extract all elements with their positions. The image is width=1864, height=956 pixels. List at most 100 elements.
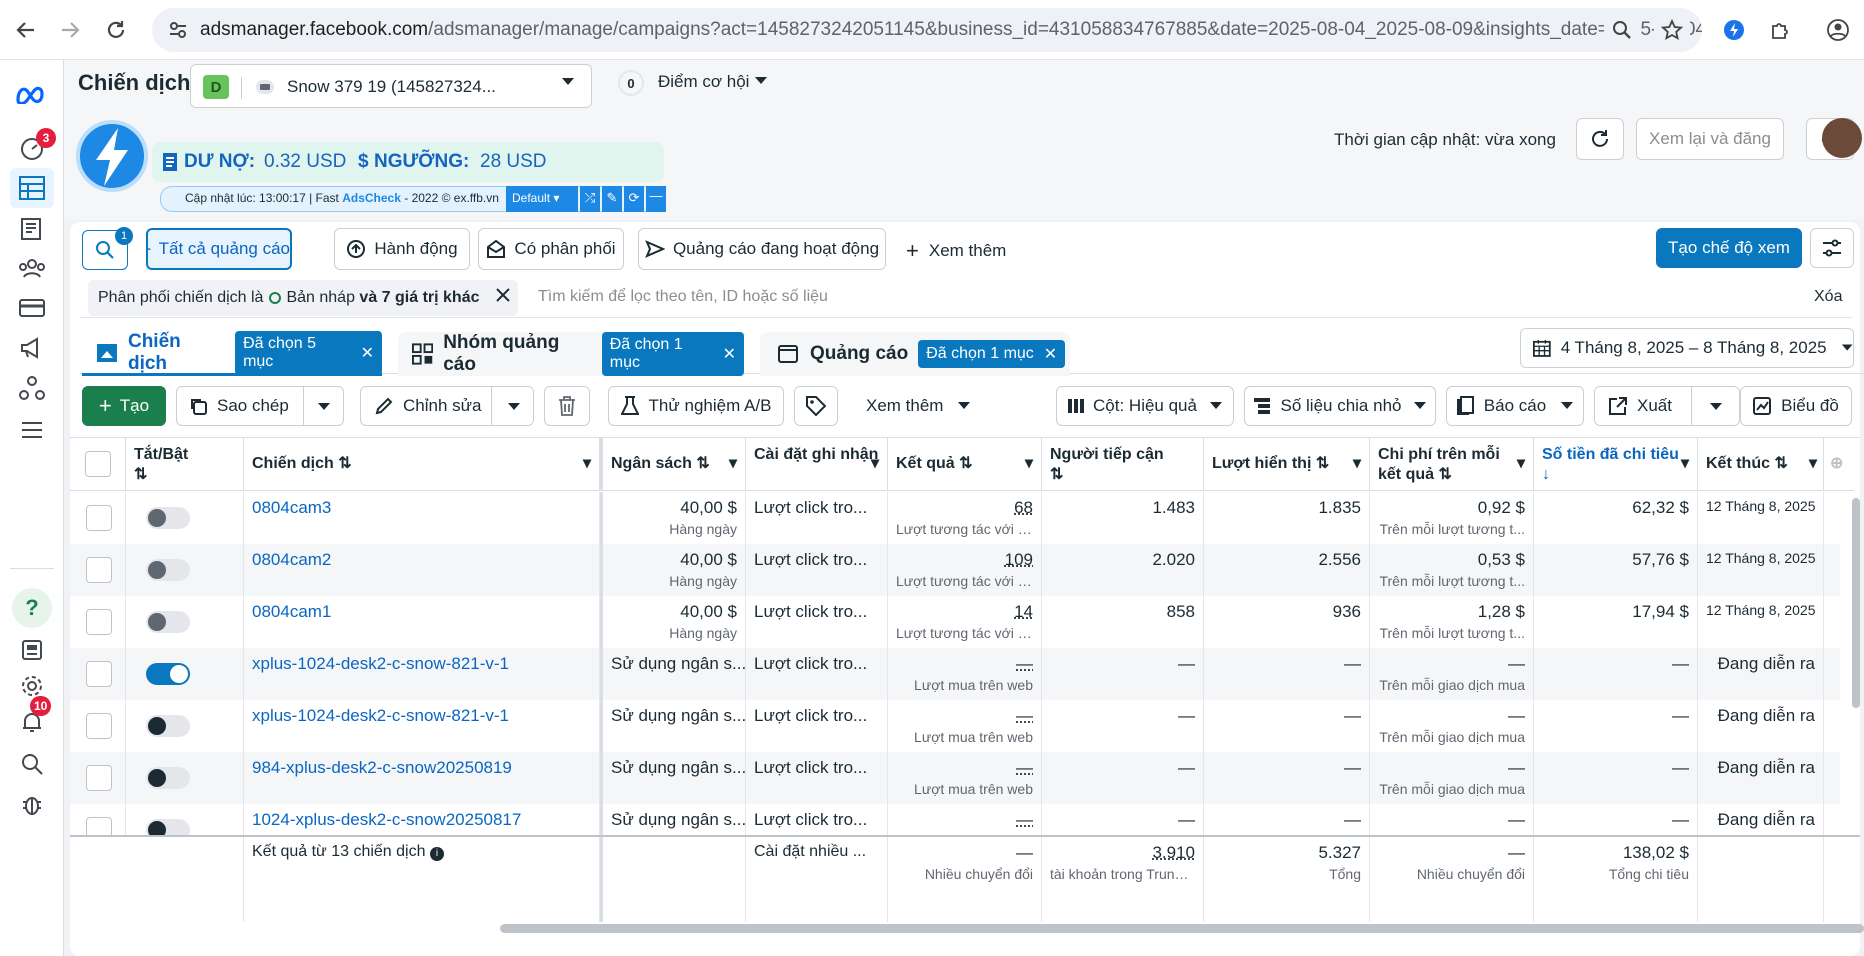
customize-view-icon[interactable] bbox=[1810, 228, 1854, 268]
info-icon[interactable]: i bbox=[429, 847, 444, 861]
avatar[interactable] bbox=[1822, 118, 1862, 158]
reports-button[interactable]: Báo cáo bbox=[1446, 386, 1584, 426]
extensions-puzzle-icon[interactable] bbox=[1762, 12, 1798, 48]
forward-arrow-icon[interactable] bbox=[52, 12, 88, 48]
opportunity-label[interactable]: Điểm cơ hội bbox=[658, 72, 749, 92]
row-checkbox[interactable] bbox=[86, 817, 112, 835]
edit-button[interactable]: Chỉnh sửa bbox=[360, 386, 534, 426]
minimize-icon[interactable]: — bbox=[646, 186, 666, 212]
refresh-button[interactable] bbox=[1576, 118, 1624, 160]
columns-button[interactable]: Cột: Hiệu quả bbox=[1056, 386, 1234, 426]
campaigns-table-icon[interactable] bbox=[10, 168, 54, 208]
date-range-picker[interactable]: 4 Tháng 8, 2025 – 8 Tháng 8, 2025 bbox=[1520, 328, 1854, 368]
chart-button[interactable]: Biểu đồ bbox=[1740, 386, 1852, 426]
breakdown-button[interactable]: Số liệu chia nhỏ bbox=[1244, 386, 1436, 426]
tag-icon[interactable] bbox=[794, 386, 838, 426]
toolbar-more-button[interactable]: Xem thêm bbox=[866, 396, 971, 416]
profile-dropdown[interactable]: Default ▾ bbox=[506, 186, 578, 212]
horizontal-scrollbar[interactable] bbox=[500, 924, 1864, 933]
megaphone-icon[interactable] bbox=[14, 330, 50, 366]
business-tools-icon[interactable] bbox=[14, 370, 50, 406]
close-icon[interactable]: ✕ bbox=[1044, 344, 1057, 364]
review-publish-button[interactable]: Xem lại và đăng bbox=[1636, 118, 1784, 160]
meta-logo-icon[interactable] bbox=[14, 76, 50, 112]
address-bar[interactable]: adsmanager.facebook.com/adsmanager/manag… bbox=[152, 8, 1702, 52]
delivery-toggle[interactable] bbox=[146, 507, 190, 529]
search-icon[interactable] bbox=[14, 746, 50, 782]
filter-chip[interactable]: Phân phối chiến dịch là Bản nháp và 7 gi… bbox=[88, 280, 518, 316]
tab-campaigns[interactable]: Chiến dịch Đã chọn 5 mục ✕ bbox=[82, 330, 382, 376]
extension-bolt-icon[interactable] bbox=[1716, 12, 1752, 48]
ab-test-button[interactable]: Thử nghiệm A/B bbox=[608, 386, 784, 426]
bug-report-icon[interactable] bbox=[14, 786, 50, 822]
table-row[interactable]: 0804cam3 40,00 $ Hàng ngày Lượt click tro..… bbox=[70, 492, 1840, 544]
edit-icon[interactable]: ✎ bbox=[602, 186, 622, 212]
table-row[interactable]: 1024-xplus-desk2-c-snow20250817 Sử dụng n… bbox=[70, 804, 1840, 835]
more-views-button[interactable]: + Xem thêm bbox=[906, 238, 1006, 264]
table-row[interactable]: 0804cam2 40,00 $ Hàng ngày Lượt click tro..… bbox=[70, 544, 1840, 596]
close-icon[interactable]: ✕ bbox=[723, 344, 736, 364]
bookmark-star-icon[interactable] bbox=[1654, 12, 1690, 48]
shuffle-icon[interactable]: ⤮ bbox=[580, 186, 600, 212]
selection-tag[interactable]: Đã chọn 1 mục ✕ bbox=[918, 340, 1066, 368]
tab-actions[interactable]: Hành động bbox=[334, 228, 470, 270]
page-icon[interactable] bbox=[14, 632, 50, 668]
delivery-toggle[interactable] bbox=[146, 559, 190, 581]
table-row[interactable]: xplus-1024-desk2-c-snow-821-v-1 Sử dụng n… bbox=[70, 648, 1840, 700]
row-checkbox[interactable] bbox=[86, 557, 112, 583]
create-button[interactable]: + Tạo bbox=[82, 386, 166, 426]
campaign-name-link[interactable]: 1024-xplus-desk2-c-snow20250817 bbox=[252, 810, 521, 829]
filter-search-input[interactable]: Tìm kiếm để lọc theo tên, ID hoặc số liệ… bbox=[538, 288, 828, 306]
campaign-name-link[interactable]: xplus-1024-desk2-c-snow-821-v-1 bbox=[252, 654, 509, 673]
alerts-bell-icon[interactable]: 10 bbox=[14, 696, 52, 740]
delivery-toggle[interactable] bbox=[146, 611, 190, 633]
tab-ad-sets[interactable]: Nhóm quảng cáo Đã chọn 1 mục ✕ bbox=[398, 332, 744, 376]
profile-icon[interactable] bbox=[1820, 12, 1856, 48]
row-checkbox[interactable] bbox=[86, 609, 112, 635]
row-checkbox[interactable] bbox=[86, 713, 112, 739]
campaign-name-link[interactable]: 0804cam1 bbox=[252, 602, 331, 621]
tab-all-ads[interactable]: Tất cả quảng cáo bbox=[146, 228, 292, 270]
clear-filters-link[interactable]: Xóa bbox=[1814, 288, 1842, 306]
back-arrow-icon[interactable] bbox=[8, 12, 44, 48]
create-view-button[interactable]: Tạo chế độ xem bbox=[1656, 228, 1802, 268]
campaign-name-link[interactable]: 984-xplus-desk2-c-snow20250819 bbox=[252, 758, 512, 777]
chevron-down-icon[interactable] bbox=[754, 76, 768, 86]
selection-tag[interactable]: Đã chọn 5 mục ✕ bbox=[235, 330, 382, 375]
row-checkbox[interactable] bbox=[86, 661, 112, 687]
table-row[interactable]: xplus-1024-desk2-c-snow-821-v-1 Sử dụng n… bbox=[70, 700, 1840, 752]
tab-ads[interactable]: Quảng cáo Đã chọn 1 mục ✕ bbox=[760, 332, 1070, 376]
menu-hamburger-icon[interactable] bbox=[14, 412, 50, 448]
ad-pages-icon[interactable] bbox=[14, 210, 50, 246]
delivery-toggle[interactable] bbox=[146, 767, 190, 789]
delivery-toggle[interactable] bbox=[146, 663, 190, 685]
duplicate-button[interactable]: Sao chép bbox=[176, 386, 344, 426]
sync-icon[interactable]: ⟳ bbox=[624, 186, 644, 212]
selection-tag[interactable]: Đã chọn 1 mục ✕ bbox=[601, 332, 744, 376]
search-toggle-button[interactable]: 1 bbox=[82, 227, 133, 270]
tab-active-ads[interactable]: Quảng cáo đang hoạt động bbox=[638, 228, 886, 270]
close-icon[interactable]: ✕ bbox=[361, 343, 374, 363]
table-row[interactable]: 984-xplus-desk2-c-snow20250819 Sử dụng ng… bbox=[70, 752, 1840, 804]
account-overview-icon[interactable]: 3 bbox=[14, 128, 56, 166]
campaign-name-link[interactable]: 0804cam2 bbox=[252, 550, 331, 569]
billing-card-icon[interactable] bbox=[14, 290, 50, 326]
audiences-icon[interactable] bbox=[14, 250, 50, 286]
reload-icon[interactable] bbox=[98, 12, 134, 48]
close-icon[interactable] bbox=[496, 288, 510, 302]
delete-trash-icon[interactable] bbox=[544, 386, 590, 426]
vertical-scrollbar[interactable] bbox=[1852, 498, 1860, 708]
tab-delivery[interactable]: Có phân phối bbox=[478, 228, 624, 270]
zoom-icon[interactable] bbox=[1604, 12, 1640, 48]
row-checkbox[interactable] bbox=[86, 765, 112, 791]
campaign-name-link[interactable]: xplus-1024-desk2-c-snow-821-v-1 bbox=[252, 706, 509, 725]
delivery-toggle[interactable] bbox=[146, 715, 190, 737]
site-info-icon[interactable] bbox=[168, 20, 188, 40]
export-button[interactable]: Xuất bbox=[1594, 386, 1740, 426]
campaign-name-link[interactable]: 0804cam3 bbox=[252, 498, 331, 517]
row-checkbox[interactable] bbox=[86, 505, 112, 531]
delivery-toggle[interactable] bbox=[146, 819, 190, 835]
account-selector[interactable]: D Snow 379 19 (145827324... bbox=[190, 64, 592, 108]
help-icon[interactable]: ? bbox=[12, 588, 52, 628]
table-row[interactable]: 0804cam1 40,00 $ Hàng ngày Lượt click tro..… bbox=[70, 596, 1840, 648]
